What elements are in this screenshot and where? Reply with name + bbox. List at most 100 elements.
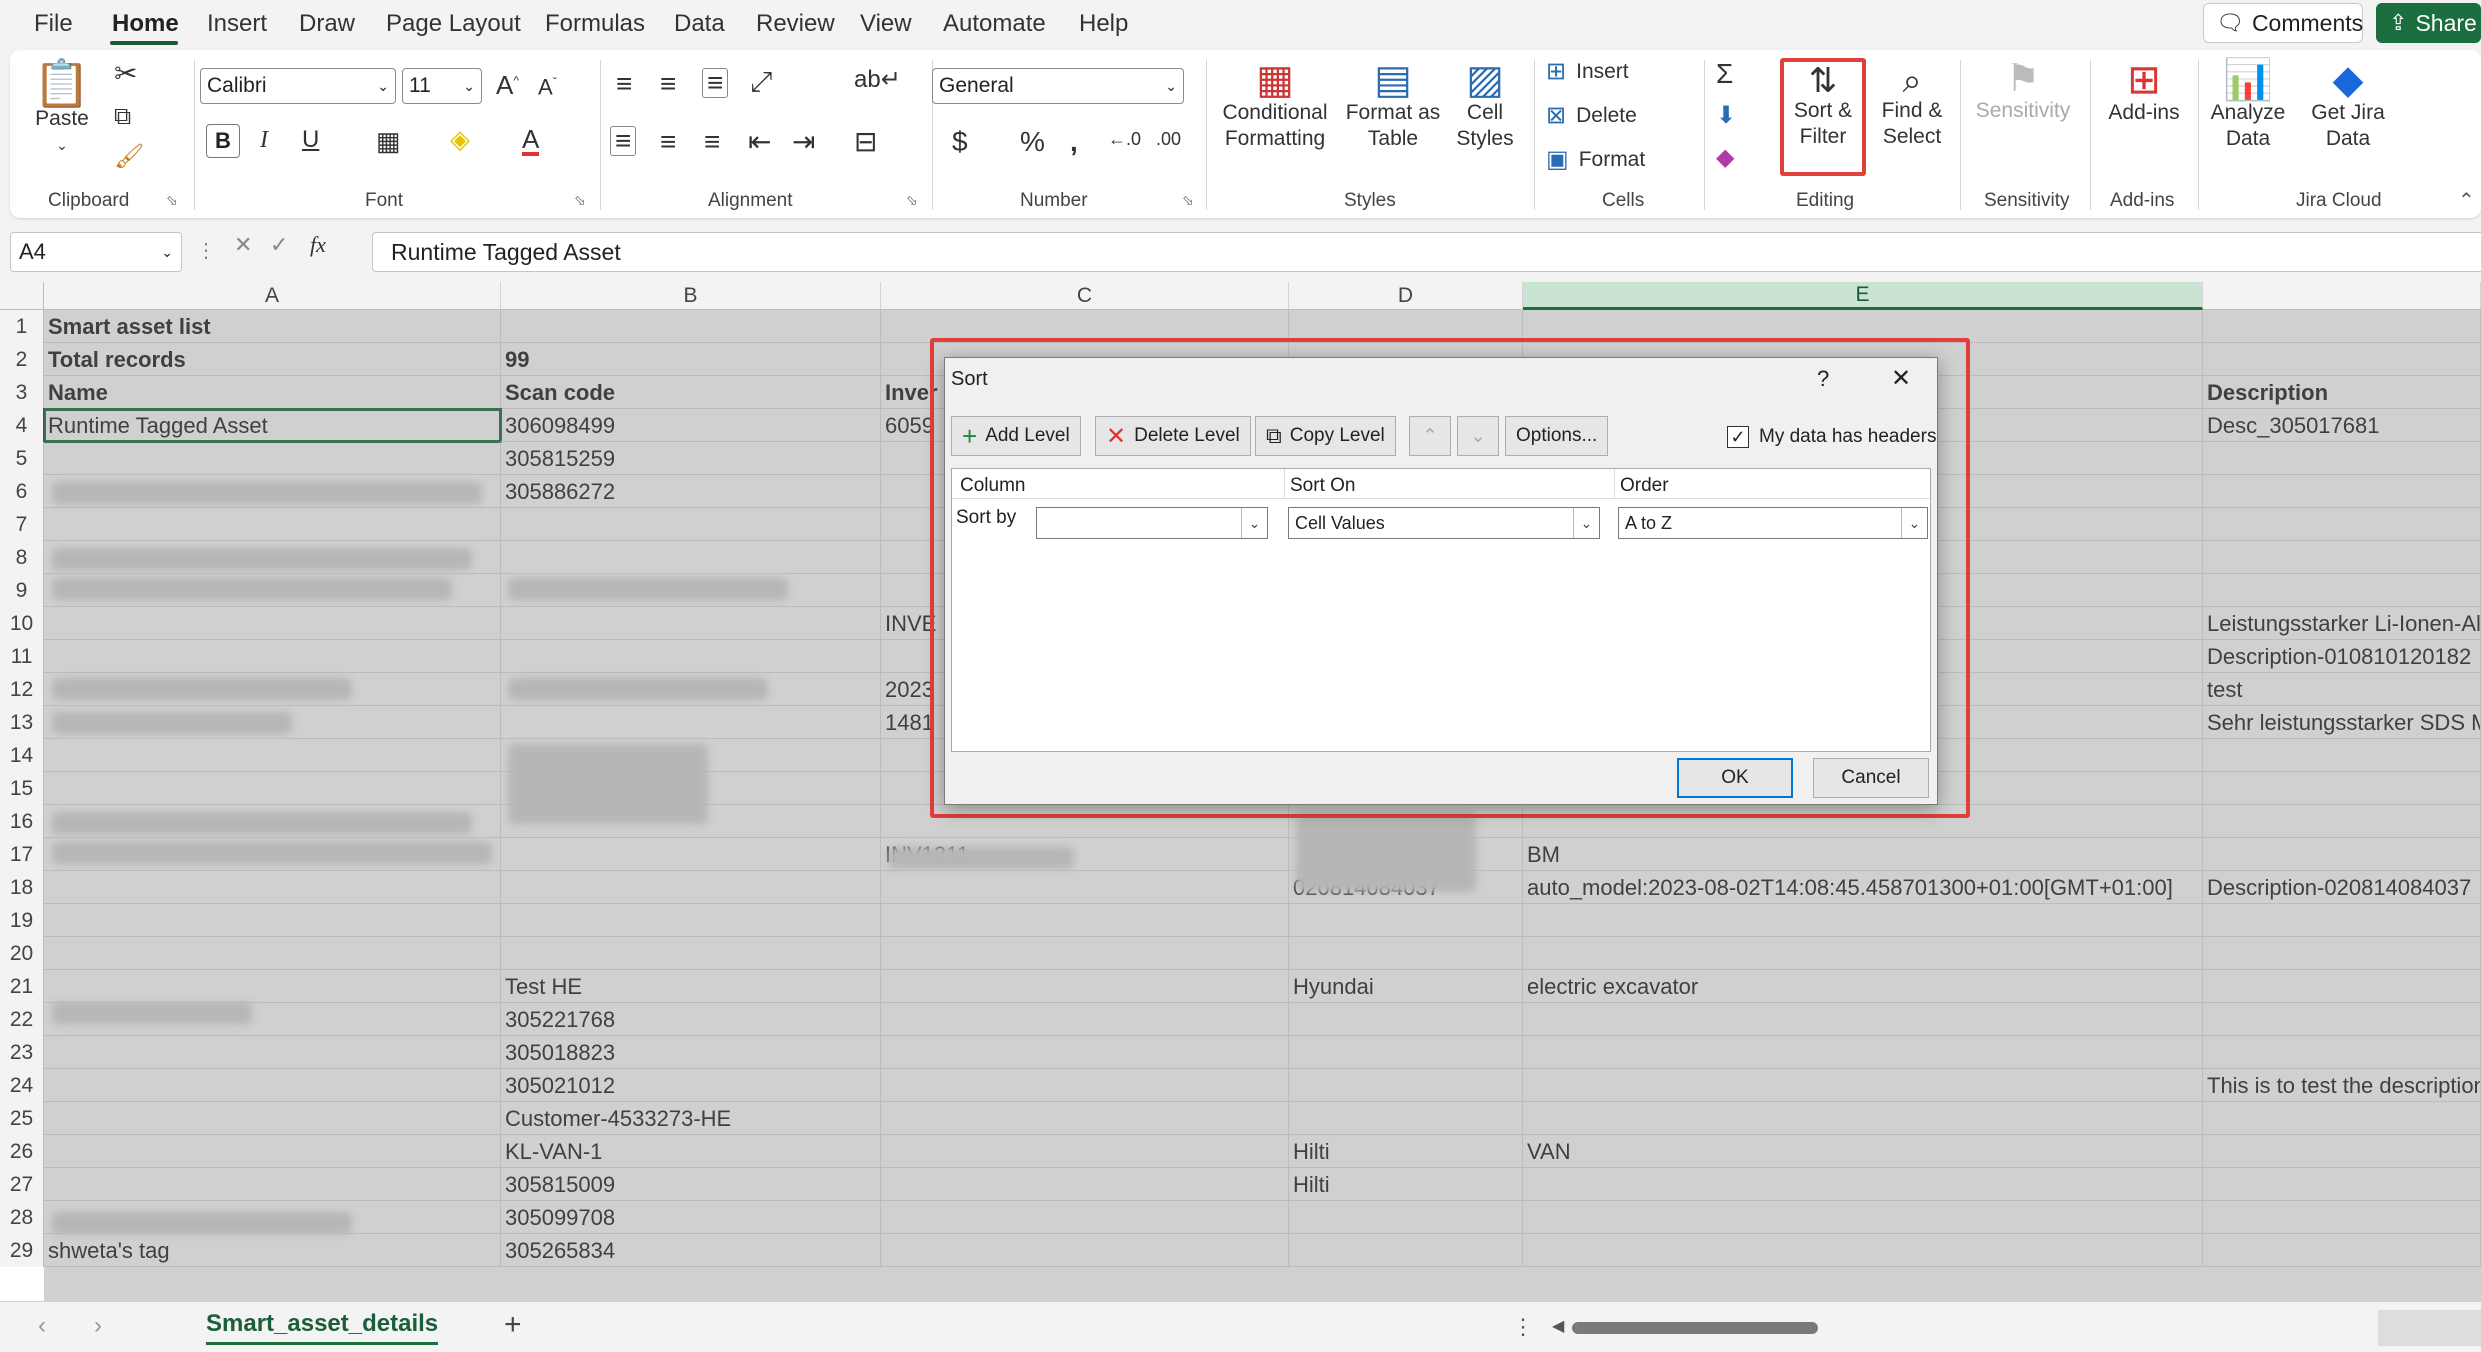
cell-d[interactable]	[1289, 1036, 1523, 1069]
move-up-button[interactable]: ⌃	[1409, 416, 1451, 456]
cell-b[interactable]: 305018823	[501, 1036, 881, 1069]
row-header[interactable]: 29	[0, 1234, 44, 1267]
cell-d[interactable]	[1289, 1069, 1523, 1102]
comments-button[interactable]: 🗨 Comments	[2203, 3, 2363, 43]
row-header[interactable]: 8	[0, 541, 44, 574]
menu-review[interactable]: Review	[756, 10, 835, 38]
comma-icon[interactable]: ,	[1070, 128, 1078, 156]
cell-b[interactable]: 305815009	[501, 1168, 881, 1201]
sort-by-combo[interactable]: ⌄	[1036, 507, 1268, 539]
cell-f[interactable]	[2203, 1003, 2481, 1036]
cell-styles-button[interactable]: ▨ Cell Styles	[1442, 60, 1528, 152]
sensitivity-button[interactable]: ⚑ Sensitivity	[1966, 60, 2080, 124]
cell-b[interactable]	[501, 706, 881, 739]
row-header[interactable]: 10	[0, 607, 44, 640]
row-header[interactable]: 14	[0, 739, 44, 772]
cell-f[interactable]: Description-010810120182	[2203, 640, 2481, 673]
next-sheet-icon[interactable]: ›	[94, 1312, 102, 1340]
cell-a[interactable]: Name	[44, 376, 501, 409]
cell-a[interactable]	[44, 1036, 501, 1069]
add-sheet-icon[interactable]: +	[504, 1308, 522, 1342]
column-header-f[interactable]	[2203, 282, 2481, 310]
row-header[interactable]: 12	[0, 673, 44, 706]
column-header-a[interactable]: A	[44, 282, 501, 310]
italic-button[interactable]: I	[260, 128, 268, 152]
cell-e[interactable]	[1523, 1201, 2203, 1234]
fill-color-icon[interactable]: ◈	[450, 126, 470, 152]
row-header[interactable]: 5	[0, 442, 44, 475]
column-header-b[interactable]: B	[501, 282, 881, 310]
cell-b[interactable]: 305099708	[501, 1201, 881, 1234]
cell-c[interactable]	[881, 937, 1289, 970]
more-options-icon[interactable]: ⋮	[1512, 1314, 1534, 1340]
menu-page-layout[interactable]: Page Layout	[386, 10, 521, 38]
order-combo[interactable]: A to Z ⌄	[1618, 507, 1928, 539]
fill-icon[interactable]: ⬇	[1716, 104, 1736, 128]
cell-f[interactable]	[2203, 937, 2481, 970]
cell-b[interactable]: Test HE	[501, 970, 881, 1003]
cell-a[interactable]	[44, 442, 501, 475]
row-header[interactable]: 17	[0, 838, 44, 871]
cell-a[interactable]	[44, 607, 501, 640]
cell-f[interactable]: Description	[2203, 376, 2481, 409]
delete-cells-button[interactable]: ⊠ Delete	[1546, 104, 1637, 128]
add-ins-button[interactable]: ⊞ Add-ins	[2096, 60, 2192, 126]
cell-b[interactable]: 305265834	[501, 1234, 881, 1267]
delete-level-button[interactable]: ✕ Delete Level	[1095, 416, 1251, 456]
cell-b[interactable]: Customer-4533273-HE	[501, 1102, 881, 1135]
cell-f[interactable]: Description-020814084037	[2203, 871, 2481, 904]
cell-f[interactable]	[2203, 574, 2481, 607]
cell-f[interactable]	[2203, 739, 2481, 772]
sort-filter-button[interactable]: ⇅ Sort & Filter	[1784, 64, 1862, 150]
wrap-text-icon[interactable]: ab↵	[854, 68, 901, 92]
cell-b[interactable]	[501, 871, 881, 904]
row-header[interactable]: 21	[0, 970, 44, 1003]
row-header[interactable]: 22	[0, 1003, 44, 1036]
analyze-data-button[interactable]: 📊 Analyze Data	[2200, 60, 2296, 152]
row-header[interactable]: 13	[0, 706, 44, 739]
cell-f[interactable]	[2203, 442, 2481, 475]
row-header[interactable]: 1	[0, 310, 44, 343]
cell-d[interactable]	[1289, 1234, 1523, 1267]
cell-d[interactable]: Hyundai	[1289, 970, 1523, 1003]
row-header[interactable]: 9	[0, 574, 44, 607]
font-name-combo[interactable]: Calibri ⌄	[200, 68, 396, 104]
align-left-icon[interactable]: ≡	[610, 126, 637, 156]
cell-d[interactable]	[1289, 1003, 1523, 1036]
cell-e[interactable]	[1523, 1069, 2203, 1102]
cell-b[interactable]	[501, 541, 881, 574]
cell-b[interactable]: 305815259	[501, 442, 881, 475]
select-all-corner[interactable]	[0, 282, 44, 310]
options-button[interactable]: Options...	[1505, 416, 1609, 456]
row-header[interactable]: 15	[0, 772, 44, 805]
align-top-icon[interactable]: ≡	[616, 70, 632, 98]
cell-d[interactable]	[1289, 1102, 1523, 1135]
cell-a[interactable]	[44, 1135, 501, 1168]
cell-e[interactable]: VAN	[1523, 1135, 2203, 1168]
cell-e[interactable]	[1523, 1102, 2203, 1135]
cell-b[interactable]: 305221768	[501, 1003, 881, 1036]
name-box[interactable]: A4 ⌄	[10, 232, 182, 272]
cell-e[interactable]: BM	[1523, 838, 2203, 871]
headers-checkbox-row[interactable]: ✓ My data has headers	[1727, 426, 1936, 448]
headers-checkbox[interactable]: ✓	[1727, 426, 1749, 448]
cell-f[interactable]	[2203, 508, 2481, 541]
cell-e[interactable]	[1523, 1234, 2203, 1267]
cell-c[interactable]	[881, 1168, 1289, 1201]
row-header[interactable]: 27	[0, 1168, 44, 1201]
menu-formulas[interactable]: Formulas	[545, 10, 645, 38]
format-painter-icon[interactable]: 🖌	[114, 145, 144, 169]
column-header-c[interactable]: C	[881, 282, 1289, 310]
cell-f[interactable]	[2203, 970, 2481, 1003]
cell-e[interactable]	[1523, 937, 2203, 970]
cell-c[interactable]	[881, 1036, 1289, 1069]
cell-a[interactable]: Total records	[44, 343, 501, 376]
cell-a[interactable]	[44, 1069, 501, 1102]
cell-c[interactable]	[881, 1234, 1289, 1267]
cell-b[interactable]	[501, 838, 881, 871]
cell-d[interactable]	[1289, 904, 1523, 937]
cell-b[interactable]	[501, 937, 881, 970]
row-header[interactable]: 28	[0, 1201, 44, 1234]
sort-on-combo[interactable]: Cell Values ⌄	[1288, 507, 1600, 539]
cell-a[interactable]	[44, 1168, 501, 1201]
